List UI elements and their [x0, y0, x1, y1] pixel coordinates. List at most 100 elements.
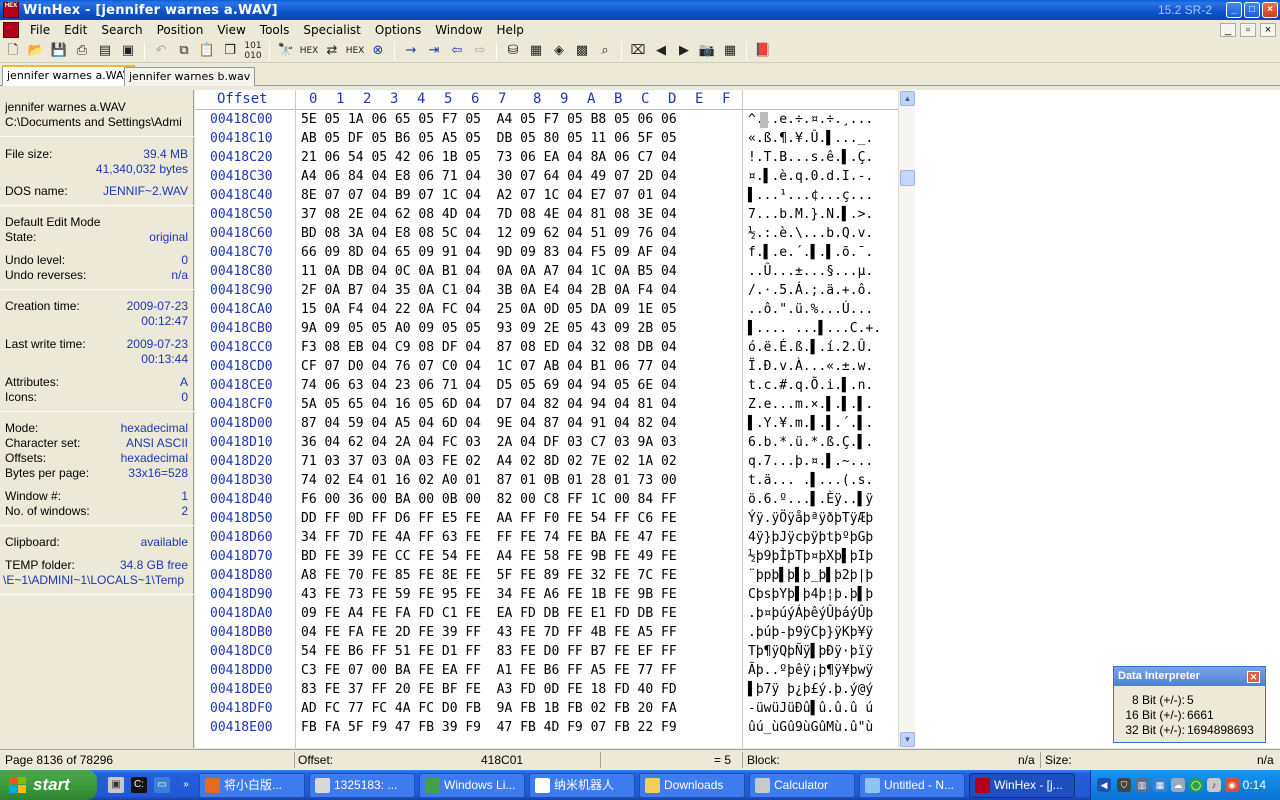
- hex-offset[interactable]: 00418DB0: [210, 623, 273, 642]
- hex-bytes[interactable]: 8E 07 07 04 B9 07 1C 04 A2 07 1C 04 E7 0…: [301, 186, 677, 205]
- hex-text[interactable]: Ãþ..ºþêÿ¡þ¶ÿ¥þwÿ: [748, 661, 873, 680]
- hex-bytes[interactable]: AB 05 DF 05 B6 05 A5 05 DB 05 80 05 11 0…: [301, 129, 677, 148]
- find-icon[interactable]: 🔭: [276, 41, 296, 61]
- hex-offset[interactable]: 00418C70: [210, 243, 273, 262]
- hex-text[interactable]: ¨þpþ▌þ▌þ_þ▌þ2þ|þ: [748, 566, 873, 585]
- hex-text[interactable]: ..Û...±...§...µ.: [748, 262, 873, 281]
- hex-bytes[interactable]: 21 06 54 05 42 06 1B 05 73 06 EA 04 8A 0…: [301, 148, 677, 167]
- hex-offset[interactable]: 00418DD0: [210, 661, 273, 680]
- hex-offset[interactable]: 00418D00: [210, 414, 273, 433]
- hex-row[interactable]: 00418DF0 AD FC 77 FC 4A FC D0 FB 9A FB 1B…: [195, 699, 898, 718]
- hex-text[interactable]: ▌.... ...▌...C.+.: [748, 319, 881, 338]
- scroll-down-button[interactable]: ▼: [900, 732, 915, 747]
- hex-row[interactable]: 00418E00 FB FA 5F F9 47 FB 39 F9 47 FB 4D…: [195, 718, 898, 737]
- hex-text[interactable]: t.c.#.q.Õ.i.▌.n.: [748, 376, 873, 395]
- menu-view[interactable]: View: [210, 23, 252, 37]
- paste-icon[interactable]: 📋: [197, 41, 217, 61]
- taskbar-button[interactable]: WinHex - [j...: [969, 773, 1075, 798]
- tray-arrow-icon[interactable]: ◀: [1097, 778, 1111, 792]
- properties-icon[interactable]: ▤: [95, 41, 115, 61]
- hex-bytes[interactable]: CF 07 D0 04 76 07 C0 04 1C 07 AB 04 B1 0…: [301, 357, 677, 376]
- hex-row[interactable]: 00418C00 5E 05 1A 06 65 05 F7 05 A4 05 F7…: [195, 110, 898, 129]
- hex-bytes[interactable]: DD FF 0D FF D6 FF E5 FE AA FF F0 FE 54 F…: [301, 509, 677, 528]
- hex-bytes[interactable]: 43 FE 73 FE 59 FE 95 FE 34 FE A6 FE 1B F…: [301, 585, 677, 604]
- find-hex-icon[interactable]: HEX: [299, 41, 319, 61]
- forward-icon[interactable]: ⇨: [470, 41, 490, 61]
- hex-bytes[interactable]: 66 09 8D 04 65 09 91 04 9D 09 83 04 F5 0…: [301, 243, 677, 262]
- doc-minimize-button[interactable]: _: [1220, 22, 1236, 37]
- winhex-app-icon[interactable]: HEX: [3, 2, 19, 18]
- hex-rows[interactable]: 00418C00 5E 05 1A 06 65 05 F7 05 A4 05 F7…: [195, 110, 898, 748]
- menu-position[interactable]: Position: [150, 23, 211, 37]
- hex-row[interactable]: 00418C70 66 09 8D 04 65 09 91 04 9D 09 83…: [195, 243, 898, 262]
- hex-text[interactable]: 4ÿ}þJÿcþÿþtþºþGþ: [748, 528, 873, 547]
- vertical-scrollbar[interactable]: ▲ ▼: [898, 90, 915, 748]
- hex-text[interactable]: ûú_ùGû9ùGûMù.û"ù: [748, 718, 873, 737]
- hex-bytes[interactable]: 54 FE B6 FF 51 FE D1 FF 83 FE D0 FF B7 F…: [301, 642, 677, 661]
- prev-icon[interactable]: ◀: [651, 41, 671, 61]
- hex-offset[interactable]: 00418C40: [210, 186, 273, 205]
- hex-offset[interactable]: 00418CD0: [210, 357, 273, 376]
- hex-row[interactable]: 00418C20 21 06 54 05 42 06 1B 05 73 06 EA…: [195, 148, 898, 167]
- hex-bytes[interactable]: 71 03 37 03 0A 03 FE 02 A4 02 8D 02 7E 0…: [301, 452, 677, 471]
- hex-bytes[interactable]: 15 0A F4 04 22 0A FC 04 25 0A 0D 05 DA 0…: [301, 300, 677, 319]
- hex-offset[interactable]: 00418C10: [210, 129, 273, 148]
- hex-text[interactable]: Tþ¶ÿQþÑÿ▌þÐÿ·þïÿ: [748, 642, 873, 661]
- hex-row[interactable]: 00418DB0 04 FE FA FE 2D FE 39 FF 43 FE 7D…: [195, 623, 898, 642]
- hex-text[interactable]: CþsþYþ▌þ4þ¦þ.þ▌þ: [748, 585, 873, 604]
- hex-text[interactable]: Z.e...m.×.▌.▌.▌.: [748, 395, 873, 414]
- binary-icon[interactable]: 101 010: [243, 41, 263, 61]
- goto-icon[interactable]: ⇥: [424, 41, 444, 61]
- find-next-icon[interactable]: ⊗: [368, 41, 388, 61]
- taskbar-button[interactable]: 1325183: ...: [309, 773, 415, 798]
- hex-bytes[interactable]: 11 0A DB 04 0C 0A B1 04 0A 0A A7 04 1C 0…: [301, 262, 677, 281]
- hex-offset[interactable]: 00418DA0: [210, 604, 273, 623]
- menu-tools[interactable]: Tools: [253, 23, 297, 37]
- menu-help[interactable]: Help: [490, 23, 531, 37]
- hex-text[interactable]: ö.6.º...▌.Èÿ..▌ÿ: [748, 490, 873, 509]
- ram-icon[interactable]: ▦: [526, 41, 546, 61]
- hex-bytes[interactable]: 74 02 E4 01 16 02 A0 01 87 01 0B 01 28 0…: [301, 471, 677, 490]
- hex-bytes[interactable]: 9A 09 05 05 A0 09 05 05 93 09 2E 05 43 0…: [301, 319, 677, 338]
- media-icon[interactable]: ⌧: [628, 41, 648, 61]
- hex-row[interactable]: 00418DD0 C3 FE 07 00 BA FE EA FF A1 FE B6…: [195, 661, 898, 680]
- hex-offset[interactable]: 00418DE0: [210, 680, 273, 699]
- hex-offset[interactable]: 00418C30: [210, 167, 273, 186]
- print-icon[interactable]: ⎙: [72, 41, 92, 61]
- hex-offset[interactable]: 00418C20: [210, 148, 273, 167]
- hex-text[interactable]: /.·.5.Á.;.ä.+.ô.: [748, 281, 873, 300]
- hex-row[interactable]: 00418D90 43 FE 73 FE 59 FE 95 FE 34 FE A6…: [195, 585, 898, 604]
- open-icon[interactable]: 📂: [26, 41, 46, 61]
- hex-text[interactable]: ▌...¹...¢...ç...: [748, 186, 873, 205]
- hex-bytes[interactable]: 36 04 62 04 2A 04 FC 03 2A 04 DF 03 C7 0…: [301, 433, 677, 452]
- hex-bytes[interactable]: BD 08 3A 04 E8 08 5C 04 12 09 62 04 51 0…: [301, 224, 677, 243]
- doc-restore-button[interactable]: ▫: [1240, 22, 1256, 37]
- goto-offset-icon[interactable]: →: [401, 41, 421, 61]
- new-icon[interactable]: 🗋: [3, 41, 23, 61]
- hex-bytes[interactable]: 37 08 2E 04 62 08 4D 04 7D 08 4E 04 81 0…: [301, 205, 677, 224]
- interp-8bit-value[interactable]: 5: [1187, 693, 1194, 707]
- hex-row[interactable]: 00418CF0 5A 05 65 04 16 05 6D 04 D7 04 82…: [195, 395, 898, 414]
- hex-offset[interactable]: 00418CA0: [210, 300, 273, 319]
- undo-icon[interactable]: ↶: [151, 41, 171, 61]
- hex-text[interactable]: «.ß.¶.¥.Û.▌..._.: [748, 129, 873, 148]
- interp-32bit-value[interactable]: 1694898693: [1187, 723, 1254, 737]
- hex-row[interactable]: 00418D40 F6 00 36 00 BA 00 0B 00 82 00 C8…: [195, 490, 898, 509]
- tray-network-icon[interactable]: ▥: [1135, 778, 1149, 792]
- tray-cloud-icon[interactable]: ☁: [1171, 778, 1185, 792]
- hex-offset[interactable]: 00418D20: [210, 452, 273, 471]
- hex-row[interactable]: 00418C50 37 08 2E 04 62 08 4D 04 7D 08 4E…: [195, 205, 898, 224]
- hex-text[interactable]: Ï.Ð.v.À...«.±.w.: [748, 357, 873, 376]
- data-interpreter-panel[interactable]: Data Interpreter ✕ 8 Bit (+/-): 5 16 Bit…: [1113, 666, 1266, 743]
- hex-bytes[interactable]: 34 FF 7D FE 4A FF 63 FE FF FE 74 FE BA F…: [301, 528, 677, 547]
- hex-offset[interactable]: 00418E00: [210, 718, 273, 737]
- hex-text[interactable]: Ýÿ.ÿÖÿåþªÿðþTÿÆþ: [748, 509, 873, 528]
- hex-offset[interactable]: 00418C00: [210, 110, 273, 129]
- save-icon[interactable]: 💾: [49, 41, 69, 61]
- quicklaunch-desktop-icon[interactable]: ▭: [154, 777, 170, 793]
- hex-row[interactable]: 00418CC0 F3 08 EB 04 C9 08 DF 04 87 08 ED…: [195, 338, 898, 357]
- disk-clone-icon[interactable]: ◈: [549, 41, 569, 61]
- taskbar-button[interactable]: Calculator: [749, 773, 855, 798]
- table-icon[interactable]: ▦: [720, 41, 740, 61]
- calculator-icon[interactable]: ▩: [572, 41, 592, 61]
